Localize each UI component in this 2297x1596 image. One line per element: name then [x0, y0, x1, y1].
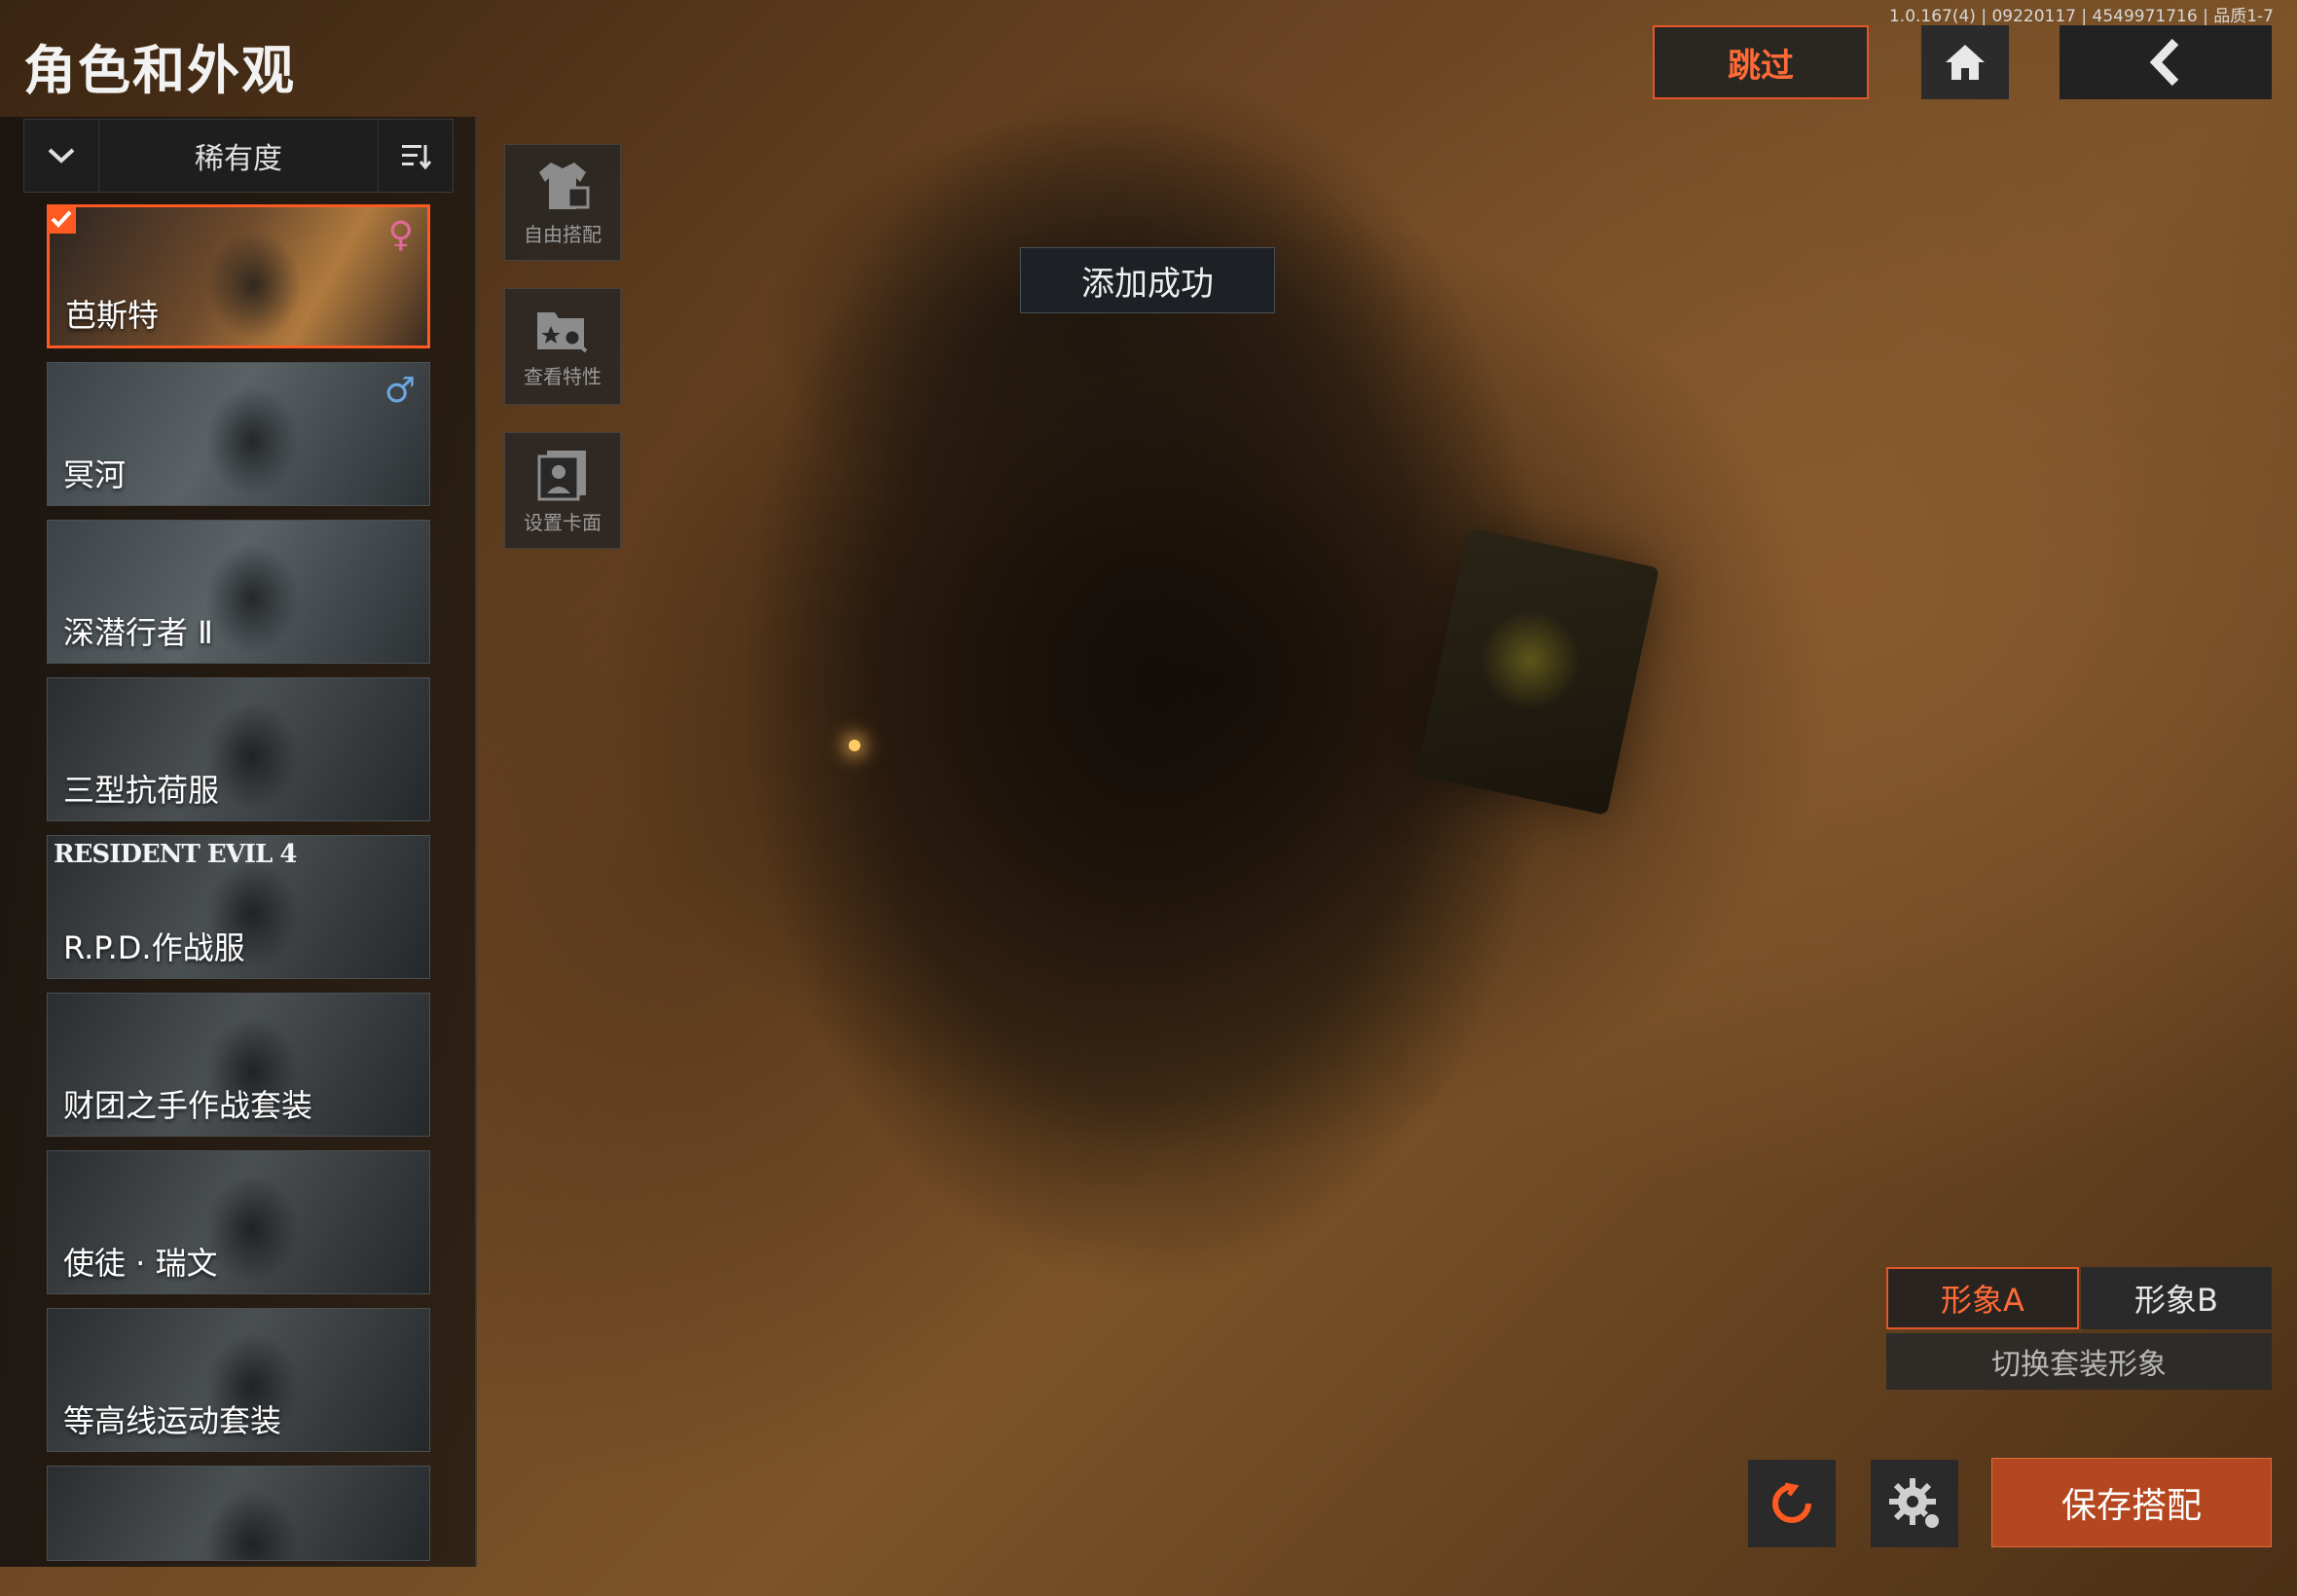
- home-button[interactable]: [1921, 25, 2009, 99]
- character-card-deep-diver[interactable]: 深潜行者 Ⅱ: [47, 520, 430, 664]
- page-title: 角色和外观: [23, 40, 296, 101]
- view-traits-button[interactable]: 查看特性: [504, 288, 621, 405]
- character-name: 财团之手作战套装: [63, 1087, 313, 1124]
- set-card-button[interactable]: 设置卡面: [504, 432, 621, 549]
- panel-divider: [475, 117, 477, 1567]
- character-card-partial[interactable]: [47, 1466, 430, 1561]
- character-portrait: [186, 217, 322, 345]
- sort-label[interactable]: 稀有度: [99, 134, 378, 177]
- character-name: R.P.D.作战服: [63, 929, 245, 966]
- skip-button[interactable]: 跳过: [1653, 25, 1869, 99]
- character-light-glow: [849, 740, 860, 751]
- tool-label: 查看特性: [524, 364, 602, 388]
- character-backpack: [681, 78, 1460, 584]
- reset-button[interactable]: [1748, 1460, 1836, 1547]
- save-label: 保存搭配: [2060, 1486, 2202, 1526]
- gear-icon: [1889, 1478, 1941, 1530]
- character-list: ♀ 芭斯特 ♂ 冥河 深潜行者 Ⅱ 三型抗荷服 RESIDENT EVIL 4 …: [47, 204, 430, 1575]
- version-info: 1.0.167(4) | 09220117 | 4549971716 | 品质1…: [1888, 7, 2274, 26]
- tool-label: 设置卡面: [524, 510, 602, 534]
- view-traits-icon: [537, 311, 588, 352]
- character-name: 深潜行者 Ⅱ: [63, 614, 213, 651]
- tool-label: 自由搭配: [524, 222, 602, 246]
- home-icon: [1946, 45, 1985, 80]
- save-outfit-button[interactable]: 保存搭配: [1991, 1458, 2272, 1547]
- sort-order-button[interactable]: [378, 120, 453, 192]
- character-card-anti-g-suit[interactable]: 三型抗荷服: [47, 677, 430, 821]
- free-match-button[interactable]: 自由搭配: [504, 144, 621, 261]
- character-name: 三型抗荷服: [63, 772, 220, 809]
- character-portrait: [184, 1476, 320, 1560]
- character-name: 使徒 · 瑞文: [63, 1245, 218, 1282]
- character-name: 芭斯特: [65, 297, 160, 334]
- character-card-styx[interactable]: ♂ 冥河: [47, 362, 430, 506]
- toast-message: 添加成功: [1020, 247, 1275, 313]
- look-b-tab[interactable]: 形象B: [2081, 1267, 2272, 1329]
- character-card-bastet[interactable]: ♀ 芭斯特: [47, 204, 430, 348]
- back-button[interactable]: [2060, 25, 2272, 99]
- sort-icon: [402, 145, 431, 170]
- male-icon: ♂: [383, 371, 416, 411]
- chevron-down-icon: [48, 148, 75, 163]
- switch-look-caption: 切换套装形象: [1886, 1333, 2272, 1390]
- settings-button[interactable]: [1871, 1460, 1958, 1547]
- character-card-apostle-raven[interactable]: 使徒 · 瑞文: [47, 1150, 430, 1294]
- character-card-consortium[interactable]: 财团之手作战套装: [47, 993, 430, 1137]
- outfit-icon: [539, 162, 590, 209]
- card-portrait-icon: [537, 450, 586, 500]
- character-name: 冥河: [63, 456, 127, 493]
- selected-check-icon: [47, 204, 76, 234]
- reset-icon: [1772, 1482, 1811, 1523]
- character-card-rpd[interactable]: RESIDENT EVIL 4 R.P.D.作战服: [47, 835, 430, 979]
- character-card-contour-sportswear[interactable]: 等高线运动套装: [47, 1308, 430, 1452]
- sort-bar: 稀有度: [23, 119, 454, 193]
- female-icon: ♀: [387, 215, 414, 255]
- skip-label: 跳过: [1728, 46, 1794, 86]
- character-name: 等高线运动套装: [63, 1402, 282, 1439]
- character-portrait: [184, 373, 320, 505]
- sort-dropdown-toggle[interactable]: [24, 120, 99, 192]
- look-a-tab[interactable]: 形象A: [1886, 1267, 2079, 1329]
- chevron-left-icon: [2149, 38, 2179, 87]
